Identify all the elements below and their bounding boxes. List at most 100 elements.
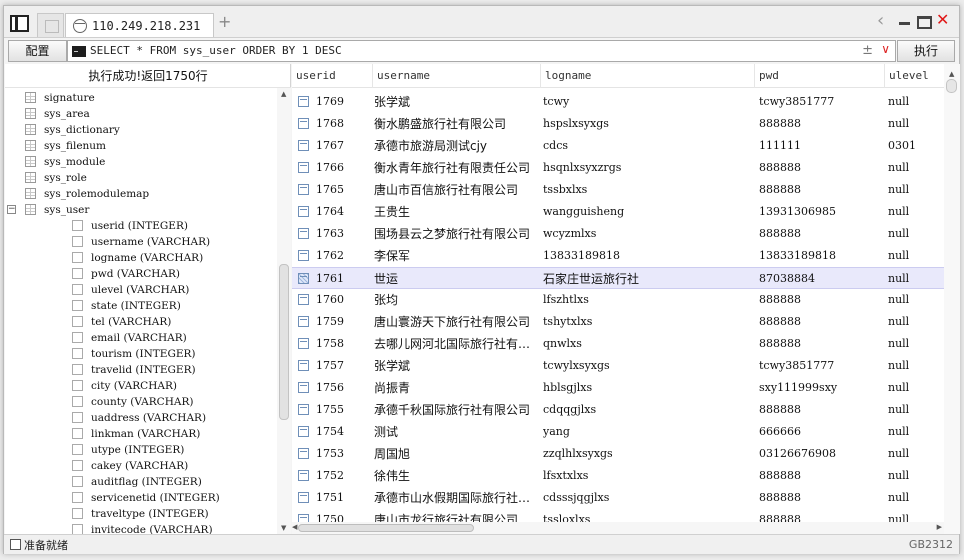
cell-pwd[interactable]: 888888 — [759, 157, 884, 179]
sidebar-toggle-icon[interactable] — [10, 15, 29, 32]
table-row[interactable]: 1758 去哪儿网河北国际旅行社有… qnwlxs 888888 null — [292, 333, 944, 355]
tree-column[interactable]: ulevel (VARCHAR) — [72, 282, 189, 298]
cell-ulevel[interactable]: null — [888, 443, 944, 465]
scroll-left-arrow[interactable]: ◀ — [292, 523, 297, 531]
cell-userid[interactable]: 1760 — [316, 289, 372, 311]
row-icon[interactable] — [298, 250, 309, 261]
cell-logname[interactable]: wangguisheng — [543, 201, 753, 223]
row-icon[interactable] — [298, 96, 309, 107]
row-icon[interactable] — [298, 184, 309, 195]
cell-ulevel[interactable]: null — [888, 179, 944, 201]
scroll-thumb[interactable] — [946, 79, 957, 93]
cell-logname[interactable]: 石家庄世运旅行社 — [543, 268, 753, 290]
cell-ulevel[interactable]: null — [888, 245, 944, 267]
cell-username[interactable]: 去哪儿网河北国际旅行社有… — [374, 333, 534, 355]
cell-pwd[interactable]: 87038884 — [759, 268, 884, 290]
tree-column[interactable]: pwd (VARCHAR) — [72, 266, 180, 282]
header-userid[interactable]: userid — [292, 64, 372, 88]
tree-column[interactable]: travelid (INTEGER) — [72, 362, 196, 378]
scroll-up-arrow[interactable]: ▲ — [949, 70, 954, 78]
cell-logname[interactable]: 13833189818 — [543, 245, 753, 267]
cell-logname[interactable]: cdcs — [543, 135, 753, 157]
cell-pwd[interactable]: 13833189818 — [759, 245, 884, 267]
cell-pwd[interactable]: tcwy3851777 — [759, 91, 884, 113]
row-icon[interactable] — [298, 404, 309, 415]
row-icon[interactable] — [298, 206, 309, 217]
table-row[interactable]: 1765 唐山市百信旅行社有限公司 tssbxlxs 888888 null — [292, 179, 944, 201]
tree-column[interactable]: uaddress (VARCHAR) — [72, 410, 206, 426]
cell-userid[interactable]: 1751 — [316, 487, 372, 509]
scroll-down-arrow[interactable]: ▼ — [281, 524, 286, 532]
tree-table-sys-filenum[interactable]: sys_filenum — [25, 138, 106, 154]
cell-pwd[interactable]: 888888 — [759, 333, 884, 355]
cell-pwd[interactable]: 888888 — [759, 113, 884, 135]
cell-pwd[interactable]: tcwy3851777 — [759, 355, 884, 377]
table-row[interactable]: 1759 唐山寰游天下旅行社有限公司 tshytxlxs 888888 null — [292, 311, 944, 333]
cell-userid[interactable]: 1755 — [316, 399, 372, 421]
row-icon[interactable] — [298, 140, 309, 151]
cell-logname[interactable]: hblsgjlxs — [543, 377, 753, 399]
status-checkbox[interactable] — [10, 539, 21, 550]
tree-column[interactable]: auditflag (INTEGER) — [72, 474, 202, 490]
cell-pwd[interactable]: 111111 — [759, 135, 884, 157]
table-row[interactable]: 1762 李保军 13833189818 13833189818 null — [292, 245, 944, 267]
cell-logname[interactable]: tcwy — [543, 91, 753, 113]
cell-userid[interactable]: 1752 — [316, 465, 372, 487]
tree-column[interactable]: traveltype (INTEGER) — [72, 506, 209, 522]
cell-userid[interactable]: 1766 — [316, 157, 372, 179]
cell-logname[interactable]: cdsssjqgjlxs — [543, 487, 753, 509]
cell-pwd[interactable]: 666666 — [759, 421, 884, 443]
cell-ulevel[interactable]: null — [888, 421, 944, 443]
cell-username[interactable]: 承德市山水假期国际旅行社… — [374, 487, 534, 509]
row-icon[interactable] — [298, 273, 309, 284]
header-logname[interactable]: logname — [540, 64, 754, 88]
cell-userid[interactable]: 1763 — [316, 223, 372, 245]
cell-ulevel[interactable]: null — [888, 333, 944, 355]
tree-table-sys-role[interactable]: sys_role — [25, 170, 87, 186]
cell-username[interactable]: 世运 — [374, 268, 534, 290]
header-username[interactable]: username — [372, 64, 540, 88]
scroll-thumb[interactable] — [298, 524, 474, 532]
cell-username[interactable]: 张学斌 — [374, 355, 534, 377]
cell-ulevel[interactable]: null — [888, 201, 944, 223]
row-icon[interactable] — [298, 316, 309, 327]
cell-logname[interactable]: hsqnlxsyxzrgs — [543, 157, 753, 179]
header-ulevel[interactable]: ulevel — [884, 64, 944, 88]
cell-userid[interactable]: 1768 — [316, 113, 372, 135]
cell-ulevel[interactable]: null — [888, 113, 944, 135]
cell-username[interactable]: 测试 — [374, 421, 534, 443]
table-row[interactable]: 1755 承德千秋国际旅行社有限公司 cdqqgjlxs 888888 null — [292, 399, 944, 421]
cell-userid[interactable]: 1764 — [316, 201, 372, 223]
cell-username[interactable]: 承德市旅游局测试cjy — [374, 135, 534, 157]
tree-table-sys-user[interactable]: − sys_user — [7, 202, 89, 218]
tree-column[interactable]: servicenetid (INTEGER) — [72, 490, 220, 506]
sql-input[interactable]: SELECT * FROM sys_user ORDER BY 1 DESC ±… — [67, 40, 896, 62]
scroll-right-arrow[interactable]: ▶ — [937, 523, 942, 531]
cell-userid[interactable]: 1762 — [316, 245, 372, 267]
collapse-icon[interactable]: − — [7, 205, 16, 214]
cell-pwd[interactable]: 888888 — [759, 311, 884, 333]
cell-logname[interactable]: hspslxsyxgs — [543, 113, 753, 135]
table-row[interactable]: 1751 承德市山水假期国际旅行社… cdsssjqgjlxs 888888 null — [292, 487, 944, 509]
cell-logname[interactable]: lfsxtxlxs — [543, 465, 753, 487]
cell-username[interactable]: 衡水鹏盛旅行社有限公司 — [374, 113, 534, 135]
table-row[interactable]: 1767 承德市旅游局测试cjy cdcs 111111 0301 — [292, 135, 944, 157]
tab-blank[interactable] — [37, 13, 64, 37]
cell-ulevel[interactable]: 0301 — [888, 135, 944, 157]
cell-logname[interactable]: cdqqgjlxs — [543, 399, 753, 421]
cell-pwd[interactable]: 888888 — [759, 399, 884, 421]
cell-pwd[interactable]: 888888 — [759, 289, 884, 311]
tree-column[interactable]: cakey (VARCHAR) — [72, 458, 188, 474]
tree-column[interactable]: utype (INTEGER) — [72, 442, 184, 458]
row-icon[interactable] — [298, 492, 309, 503]
encoding-label[interactable]: GB2312 — [909, 538, 953, 551]
tree-column[interactable]: username (VARCHAR) — [72, 234, 210, 250]
cell-pwd[interactable]: 13931306985 — [759, 201, 884, 223]
cell-userid[interactable]: 1753 — [316, 443, 372, 465]
table-row[interactable]: 1754 测试 yang 666666 null — [292, 421, 944, 443]
table-row[interactable]: 1757 张学斌 tcwylxsyxgs tcwy3851777 null — [292, 355, 944, 377]
cell-ulevel[interactable]: null — [888, 465, 944, 487]
tree-column[interactable]: tel (VARCHAR) — [72, 314, 171, 330]
cell-username[interactable]: 唐山寰游天下旅行社有限公司 — [374, 311, 534, 333]
chevron-down-icon[interactable]: ∨ — [881, 42, 890, 56]
